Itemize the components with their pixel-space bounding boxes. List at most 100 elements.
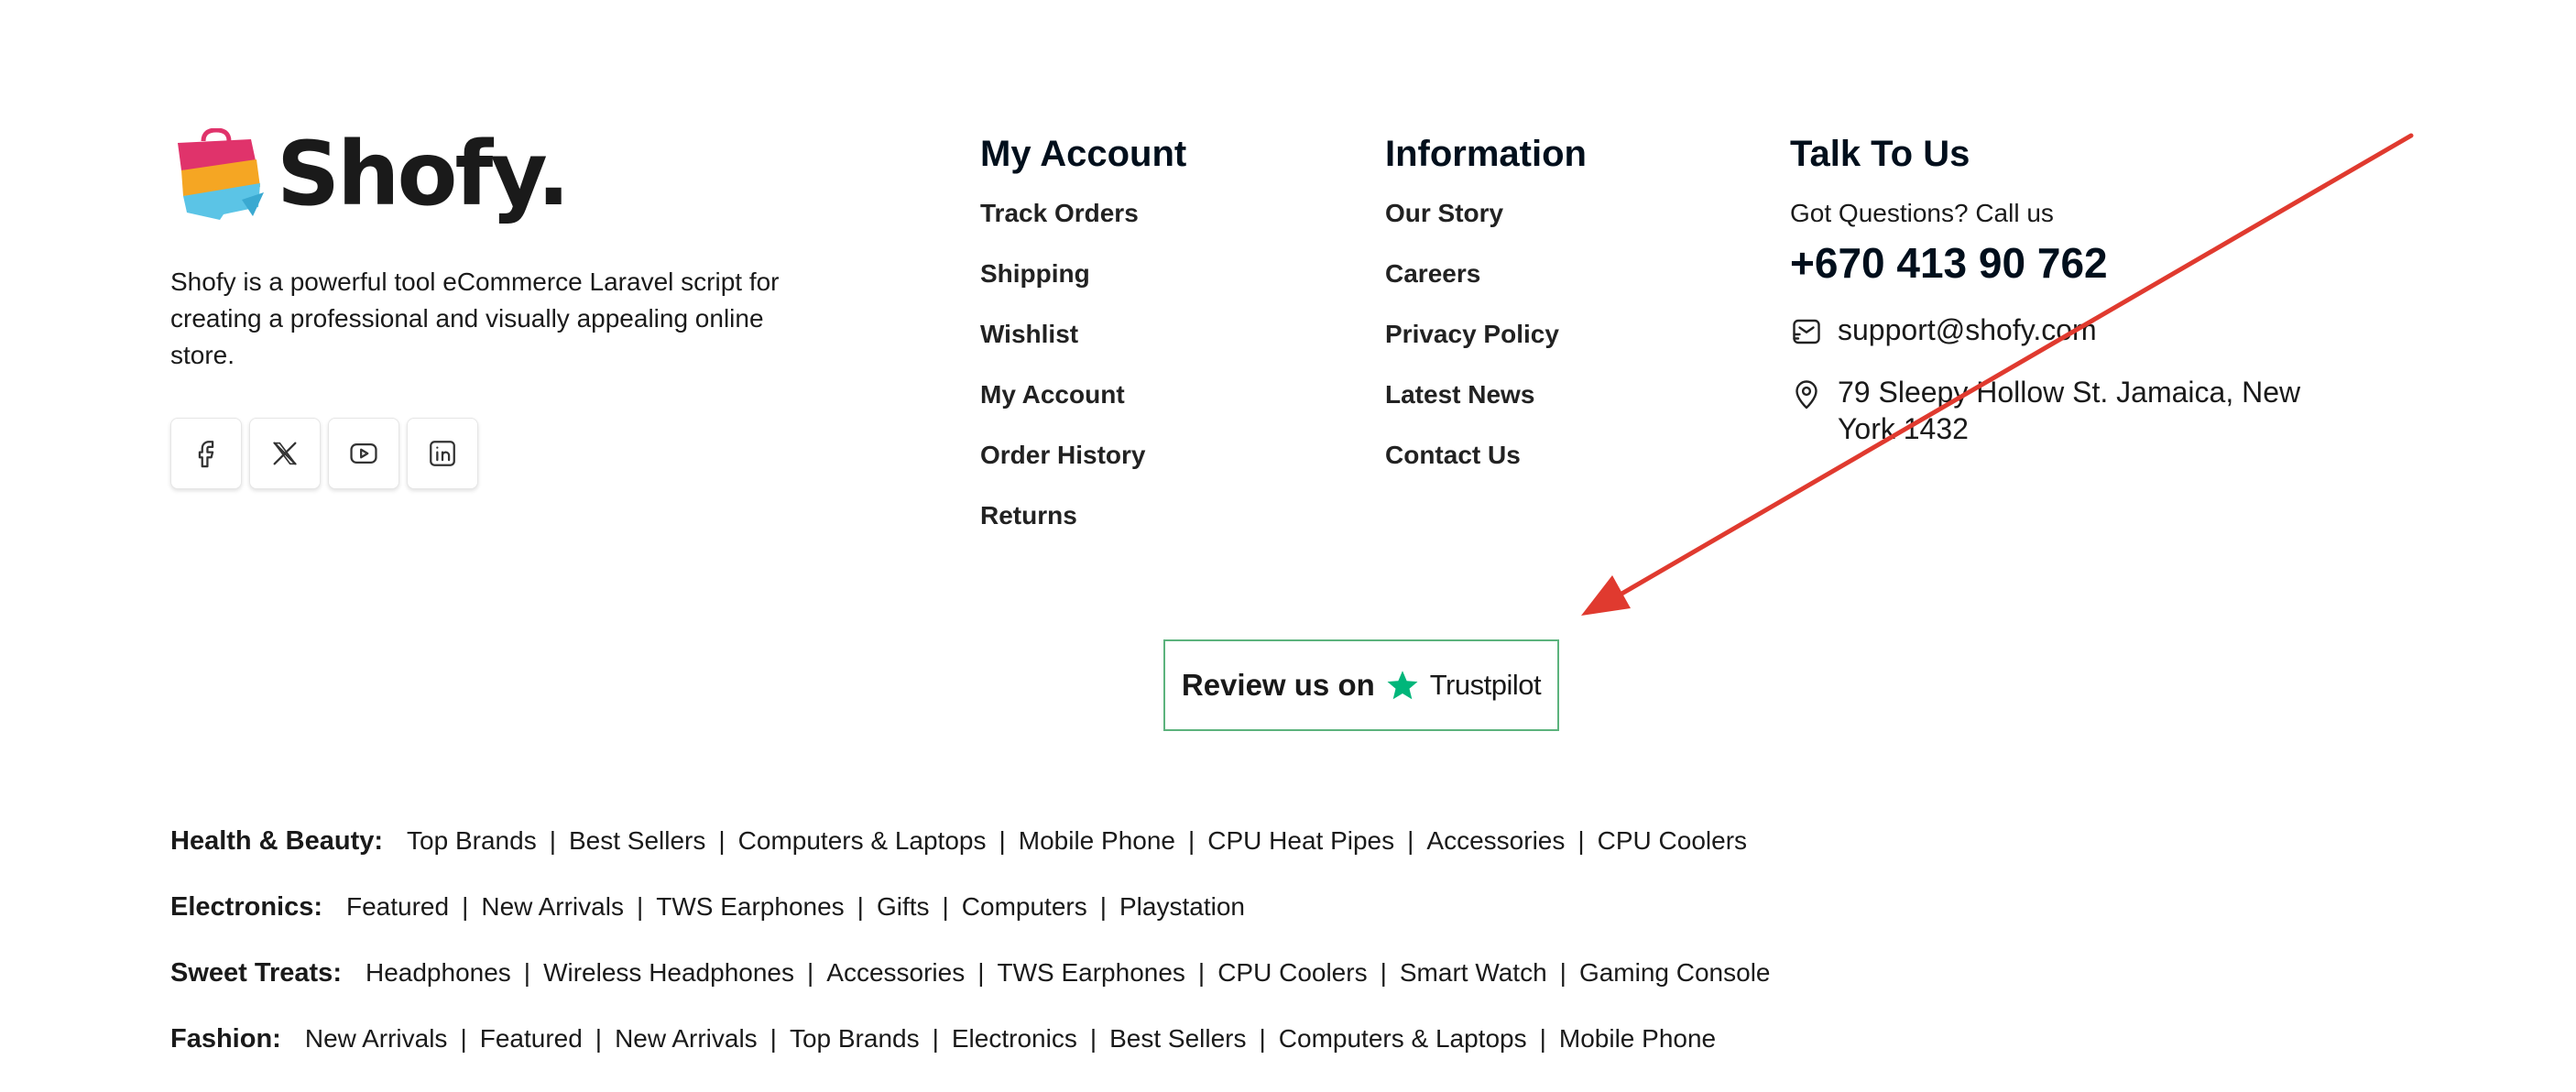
category-link[interactable]: New Arrivals — [305, 1024, 448, 1054]
separator: | — [460, 1024, 467, 1053]
separator: | — [1099, 892, 1107, 921]
category-link[interactable]: Mobile Phone — [1559, 1024, 1716, 1054]
trustpilot-brand: Trustpilot — [1429, 669, 1542, 701]
category-link[interactable]: CPU Coolers — [1217, 958, 1367, 988]
linkedin-icon — [430, 441, 455, 466]
category-link[interactable]: TWS Earphones — [656, 892, 844, 922]
email-address[interactable]: support@shofy.com — [1838, 311, 2097, 348]
category-link[interactable]: Computers — [962, 892, 1087, 922]
category-link[interactable]: Mobile Phone — [1019, 826, 1175, 856]
category-link[interactable]: CPU Heat Pipes — [1207, 826, 1394, 856]
link-track-orders[interactable]: Track Orders — [980, 198, 1186, 258]
phone-number[interactable]: +670 413 90 762 — [1790, 238, 2340, 288]
link-privacy-policy[interactable]: Privacy Policy — [1385, 319, 1587, 379]
address-row: 79 Sleepy Hollow St. Jamaica, New York 1… — [1790, 374, 2303, 447]
separator: | — [1187, 826, 1195, 855]
x-button[interactable] — [249, 418, 321, 489]
category-link[interactable]: Headphones — [366, 958, 511, 988]
facebook-icon — [198, 441, 214, 468]
category-row-health-beauty: Health & Beauty: Top Brands | Best Seller… — [170, 808, 1771, 874]
location-pin-icon — [1796, 380, 1817, 410]
separator: | — [857, 892, 864, 921]
link-shipping[interactable]: Shipping — [980, 258, 1186, 319]
link-latest-news[interactable]: Latest News — [1385, 379, 1587, 440]
separator: | — [523, 958, 531, 987]
link-contact-us[interactable]: Contact Us — [1385, 440, 1587, 500]
separator: | — [932, 1024, 939, 1053]
mail-icon — [1793, 319, 1820, 344]
category-link[interactable]: Top Brands — [790, 1024, 920, 1054]
link-our-story[interactable]: Our Story — [1385, 198, 1587, 258]
category-link[interactable]: Top Brands — [407, 826, 537, 856]
brand-description: Shofy is a powerful tool eCommerce Larav… — [170, 268, 780, 369]
talk-subtitle: Got Questions? Call us — [1790, 199, 2054, 227]
linkedin-button[interactable] — [407, 418, 478, 489]
category-title: Fashion: — [170, 1023, 281, 1054]
information-column: Information Our Story Careers Privacy Po… — [1385, 132, 1587, 500]
my-account-heading: My Account — [980, 134, 1187, 174]
category-links: Health & Beauty: Top Brands | Best Seller… — [170, 808, 1771, 1072]
brand-logo[interactable]: Shofy. — [169, 123, 570, 225]
youtube-button[interactable] — [328, 418, 399, 489]
separator: | — [1559, 958, 1566, 987]
email-row[interactable]: support@shofy.com — [1790, 311, 2340, 348]
link-order-history[interactable]: Order History — [980, 440, 1186, 500]
separator: | — [942, 892, 949, 921]
category-link[interactable]: New Arrivals — [615, 1024, 758, 1054]
category-link[interactable]: Smart Watch — [1400, 958, 1547, 988]
separator: | — [999, 826, 1006, 855]
address-text: 79 Sleepy Hollow St. Jamaica, New York 1… — [1838, 376, 2301, 445]
separator: | — [718, 826, 726, 855]
social-links — [170, 418, 478, 489]
category-link[interactable]: Computers & Laptops — [738, 826, 987, 856]
category-link[interactable]: Wireless Headphones — [543, 958, 794, 988]
trustpilot-star-icon — [1387, 671, 1418, 700]
youtube-icon — [350, 442, 377, 464]
information-heading: Information — [1385, 134, 1587, 174]
category-row-fashion: Fashion: New Arrivals | Featured | New Arr… — [170, 1006, 1771, 1072]
trustpilot-review-button[interactable]: Review us on Trustpilot — [1163, 639, 1559, 731]
category-link[interactable]: Featured — [480, 1024, 583, 1054]
category-row-electronics: Electronics: Featured | New Arrivals | TWS… — [170, 874, 1771, 940]
separator: | — [1539, 1024, 1546, 1053]
separator: | — [1380, 958, 1387, 987]
category-link[interactable]: Electronics — [952, 1024, 1077, 1054]
my-account-column: My Account Track Orders Shipping Wishlis… — [980, 132, 1186, 561]
separator: | — [462, 892, 469, 921]
category-link[interactable]: Gaming Console — [1579, 958, 1771, 988]
category-link[interactable]: Playstation — [1119, 892, 1245, 922]
talk-to-us-column: Talk To Us Got Questions? Call us +670 4… — [1790, 132, 2340, 447]
category-link[interactable]: Best Sellers — [569, 826, 705, 856]
category-title: Electronics: — [170, 891, 322, 922]
category-link[interactable]: TWS Earphones — [998, 958, 1185, 988]
category-link[interactable]: CPU Coolers — [1598, 826, 1747, 856]
separator: | — [636, 892, 644, 921]
category-link[interactable]: Best Sellers — [1109, 1024, 1246, 1054]
separator: | — [807, 958, 814, 987]
category-title: Sweet Treats: — [170, 957, 342, 988]
category-link[interactable]: New Arrivals — [481, 892, 624, 922]
separator: | — [770, 1024, 777, 1053]
brand-name: Shofy. — [277, 123, 570, 225]
category-link[interactable]: Gifts — [877, 892, 930, 922]
annotation-arrow-head-icon — [1581, 575, 1631, 616]
separator: | — [977, 958, 985, 987]
separator: | — [1407, 826, 1414, 855]
category-link[interactable]: Computers & Laptops — [1279, 1024, 1527, 1054]
separator: | — [595, 1024, 603, 1053]
separator: | — [1259, 1024, 1266, 1053]
separator: | — [549, 826, 556, 855]
separator: | — [1089, 1024, 1097, 1053]
trustpilot-review-label: Review us on — [1181, 668, 1375, 702]
link-careers[interactable]: Careers — [1385, 258, 1587, 319]
category-link[interactable]: Featured — [346, 892, 449, 922]
link-wishlist[interactable]: Wishlist — [980, 319, 1186, 379]
shopping-bag-logo-icon — [178, 128, 264, 220]
link-my-account[interactable]: My Account — [980, 379, 1186, 440]
link-returns[interactable]: Returns — [980, 500, 1186, 561]
facebook-button[interactable] — [170, 418, 242, 489]
separator: | — [1197, 958, 1206, 987]
category-link[interactable]: Accessories — [1426, 826, 1565, 856]
category-link[interactable]: Accessories — [826, 958, 965, 988]
category-title: Health & Beauty: — [170, 825, 384, 856]
